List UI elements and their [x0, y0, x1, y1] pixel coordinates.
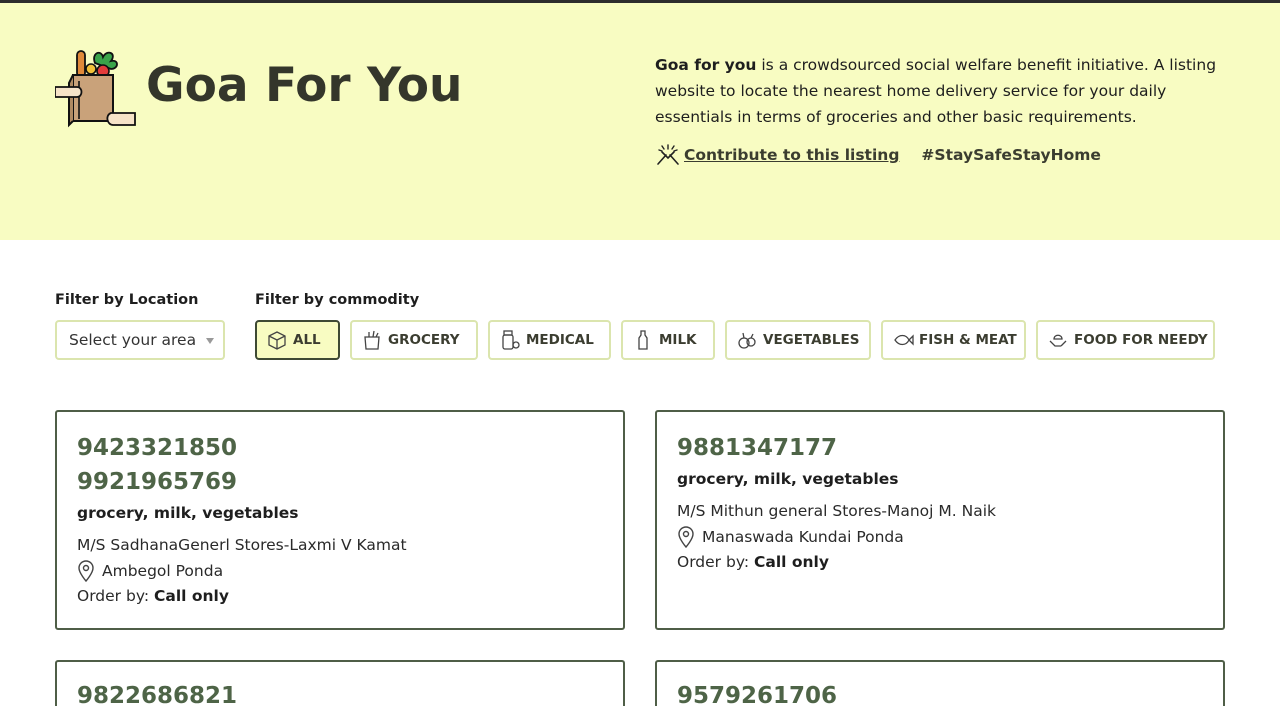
store-name: M/S SadhanaGenerl Stores-Laxmi V Kamat	[77, 536, 407, 554]
order-label: Order by:	[77, 587, 155, 605]
order-method: Order by: Call only	[677, 551, 1203, 573]
phone-number-link[interactable]: 9579261706	[677, 679, 1203, 706]
filter-chip-medical[interactable]: MEDICAL	[488, 320, 611, 360]
phone-number-link[interactable]: 9881347177	[677, 431, 1203, 465]
filter-chip-label: ALL	[293, 332, 321, 348]
grocery-bag-logo-icon[interactable]	[55, 47, 137, 129]
order-value: Call only	[754, 553, 829, 571]
filter-chip-food-for-needy[interactable]: FOOD FOR NEEDY	[1036, 320, 1215, 360]
filter-chip-label: FISH & MEAT	[919, 332, 1017, 348]
listing-categories: grocery, milk, vegetables	[677, 470, 899, 488]
fish-icon	[894, 334, 914, 346]
filter-chip-label: FOOD FOR NEEDY	[1074, 332, 1208, 348]
phone-number-link[interactable]: 9423321850	[77, 431, 603, 465]
helping-hands-icon	[657, 144, 679, 165]
phone-number-link[interactable]: 9822686821	[77, 679, 603, 706]
listing-categories: grocery, milk, vegetables	[77, 504, 299, 522]
filter-chip-vegetables[interactable]: VEGETABLES	[725, 320, 871, 360]
filter-chip-label: MEDICAL	[526, 332, 594, 348]
listing-card: 9423321850 9921965769 grocery, milk, veg…	[55, 410, 625, 630]
filter-chip-label: VEGETABLES	[763, 332, 860, 348]
commodity-filter-label: Filter by commodity	[255, 292, 420, 308]
location-pin-icon	[678, 526, 694, 548]
order-value: Call only	[154, 587, 229, 605]
store-address: Ambegol Ponda	[77, 560, 603, 582]
filter-chip-fish-meat[interactable]: FISH & MEAT	[881, 320, 1026, 360]
order-label: Order by:	[677, 553, 755, 571]
medical-icon	[502, 330, 520, 350]
store-address: Manaswada Kundai Ponda	[677, 526, 1203, 548]
contribute-link[interactable]: Contribute to this listing	[684, 146, 899, 164]
description-brand: Goa for you	[655, 56, 757, 74]
listing-card: 9822686821	[55, 660, 625, 706]
store-name: M/S Mithun general Stores-Manoj M. Naik	[677, 502, 997, 520]
address-text: Manaswada Kundai Ponda	[702, 528, 904, 546]
filter-chip-label: GROCERY	[388, 332, 460, 348]
filter-chip-milk[interactable]: MILK	[621, 320, 715, 360]
order-method: Order by: Call only	[77, 585, 603, 607]
listing-card: 9881347177 grocery, milk, vegetables M/S…	[655, 410, 1225, 630]
vegetables-icon	[738, 332, 756, 349]
listing-card: 9579261706	[655, 660, 1225, 706]
box-icon	[268, 331, 286, 350]
site-title: Goa For You	[146, 58, 463, 113]
location-select-value: Select your area	[69, 331, 197, 349]
phone-number-link[interactable]: 9921965769	[77, 465, 603, 499]
filter-chip-all[interactable]: ALL	[255, 320, 340, 360]
address-text: Ambegol Ponda	[102, 562, 224, 580]
grocery-icon	[364, 330, 380, 350]
location-select[interactable]: Select your area	[55, 320, 225, 360]
site-description: Goa for you is a crowdsourced social wel…	[655, 52, 1235, 130]
hero-links: Contribute to this listing #StaySafeStay…	[655, 142, 1101, 168]
filter-chip-grocery[interactable]: GROCERY	[350, 320, 478, 360]
hashtag-text: #StaySafeStayHome	[921, 146, 1101, 164]
food-needy-icon	[1049, 334, 1067, 347]
location-filter-label: Filter by Location	[55, 292, 199, 308]
location-pin-icon	[78, 560, 94, 582]
chevron-down-icon	[206, 338, 214, 344]
filter-chip-label: MILK	[659, 332, 697, 348]
milk-bottle-icon	[638, 330, 648, 350]
